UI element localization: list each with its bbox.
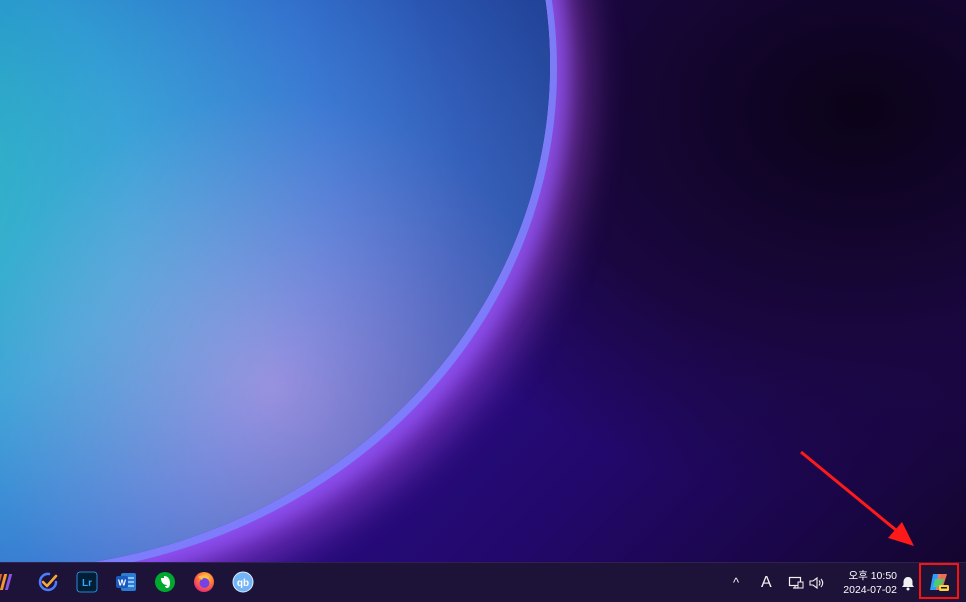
copilot-icon[interactable] xyxy=(928,571,950,593)
taskbar: Lr W qb ^ A 오후 10:50 2024-07-02 xyxy=(0,562,966,602)
firefox-icon[interactable] xyxy=(193,571,215,593)
notification-bell-icon[interactable] xyxy=(901,563,915,602)
ime-indicator[interactable]: A xyxy=(761,563,772,602)
word-icon[interactable]: W xyxy=(115,571,137,593)
taskbar-clock[interactable]: 오후 10:50 2024-07-02 xyxy=(835,569,897,597)
todo-check-icon[interactable] xyxy=(37,571,59,593)
volume-icon[interactable] xyxy=(808,563,826,602)
qbittorrent-label: qb xyxy=(237,578,249,589)
lightroom-icon[interactable]: Lr xyxy=(76,571,98,593)
network-icon[interactable] xyxy=(788,563,804,602)
qbittorrent-icon[interactable]: qb xyxy=(232,571,254,593)
lightroom-label: Lr xyxy=(82,578,92,589)
clock-time: 오후 10:50 xyxy=(848,570,897,582)
evernote-icon[interactable] xyxy=(154,571,176,593)
desktop-wallpaper xyxy=(0,0,966,562)
wallpaper-glow xyxy=(0,0,550,562)
clock-date: 2024-07-02 xyxy=(843,584,897,596)
word-label: W xyxy=(118,578,127,588)
show-hidden-icons-chevron[interactable]: ^ xyxy=(733,563,739,602)
app-stripes-icon[interactable] xyxy=(0,571,18,593)
